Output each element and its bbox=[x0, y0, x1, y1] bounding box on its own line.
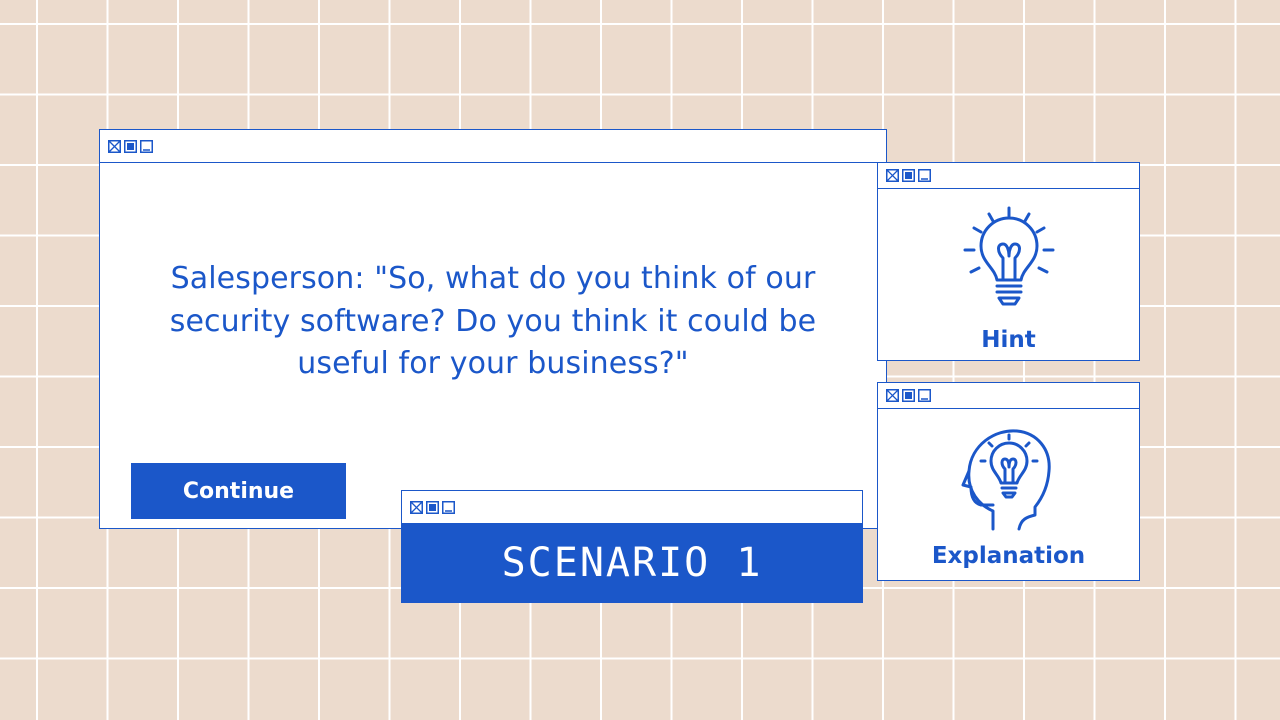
dialogue-window: Salesperson: "So, what do you think of o… bbox=[99, 129, 887, 529]
window-titlebar bbox=[878, 383, 1139, 409]
scenario-title: SCENARIO 1 bbox=[402, 524, 862, 602]
maximize-icon[interactable] bbox=[902, 169, 915, 182]
explanation-panel[interactable]: Explanation bbox=[877, 382, 1140, 581]
minimize-icon[interactable] bbox=[140, 139, 153, 153]
window-titlebar bbox=[878, 163, 1139, 189]
window-titlebar bbox=[402, 491, 862, 524]
minimize-icon[interactable] bbox=[442, 500, 455, 514]
maximize-icon[interactable] bbox=[902, 389, 915, 402]
close-icon[interactable] bbox=[886, 169, 899, 182]
explanation-label: Explanation bbox=[931, 543, 1086, 569]
head-lightbulb-icon bbox=[961, 429, 1051, 531]
continue-button[interactable]: Continue bbox=[131, 463, 346, 519]
dialogue-text: Salesperson: "So, what do you think of o… bbox=[169, 261, 817, 381]
minimize-icon[interactable] bbox=[918, 389, 931, 402]
window-titlebar bbox=[100, 130, 886, 163]
close-icon[interactable] bbox=[886, 389, 899, 402]
close-icon[interactable] bbox=[410, 500, 423, 514]
minimize-icon[interactable] bbox=[918, 169, 931, 182]
maximize-icon[interactable] bbox=[426, 500, 439, 514]
hint-panel[interactable]: Hint bbox=[877, 162, 1140, 361]
scenario-title-window: SCENARIO 1 bbox=[401, 490, 863, 603]
lightbulb-icon bbox=[963, 206, 1054, 306]
hint-label: Hint bbox=[981, 327, 1036, 353]
close-icon[interactable] bbox=[108, 139, 121, 153]
maximize-icon[interactable] bbox=[124, 139, 137, 153]
